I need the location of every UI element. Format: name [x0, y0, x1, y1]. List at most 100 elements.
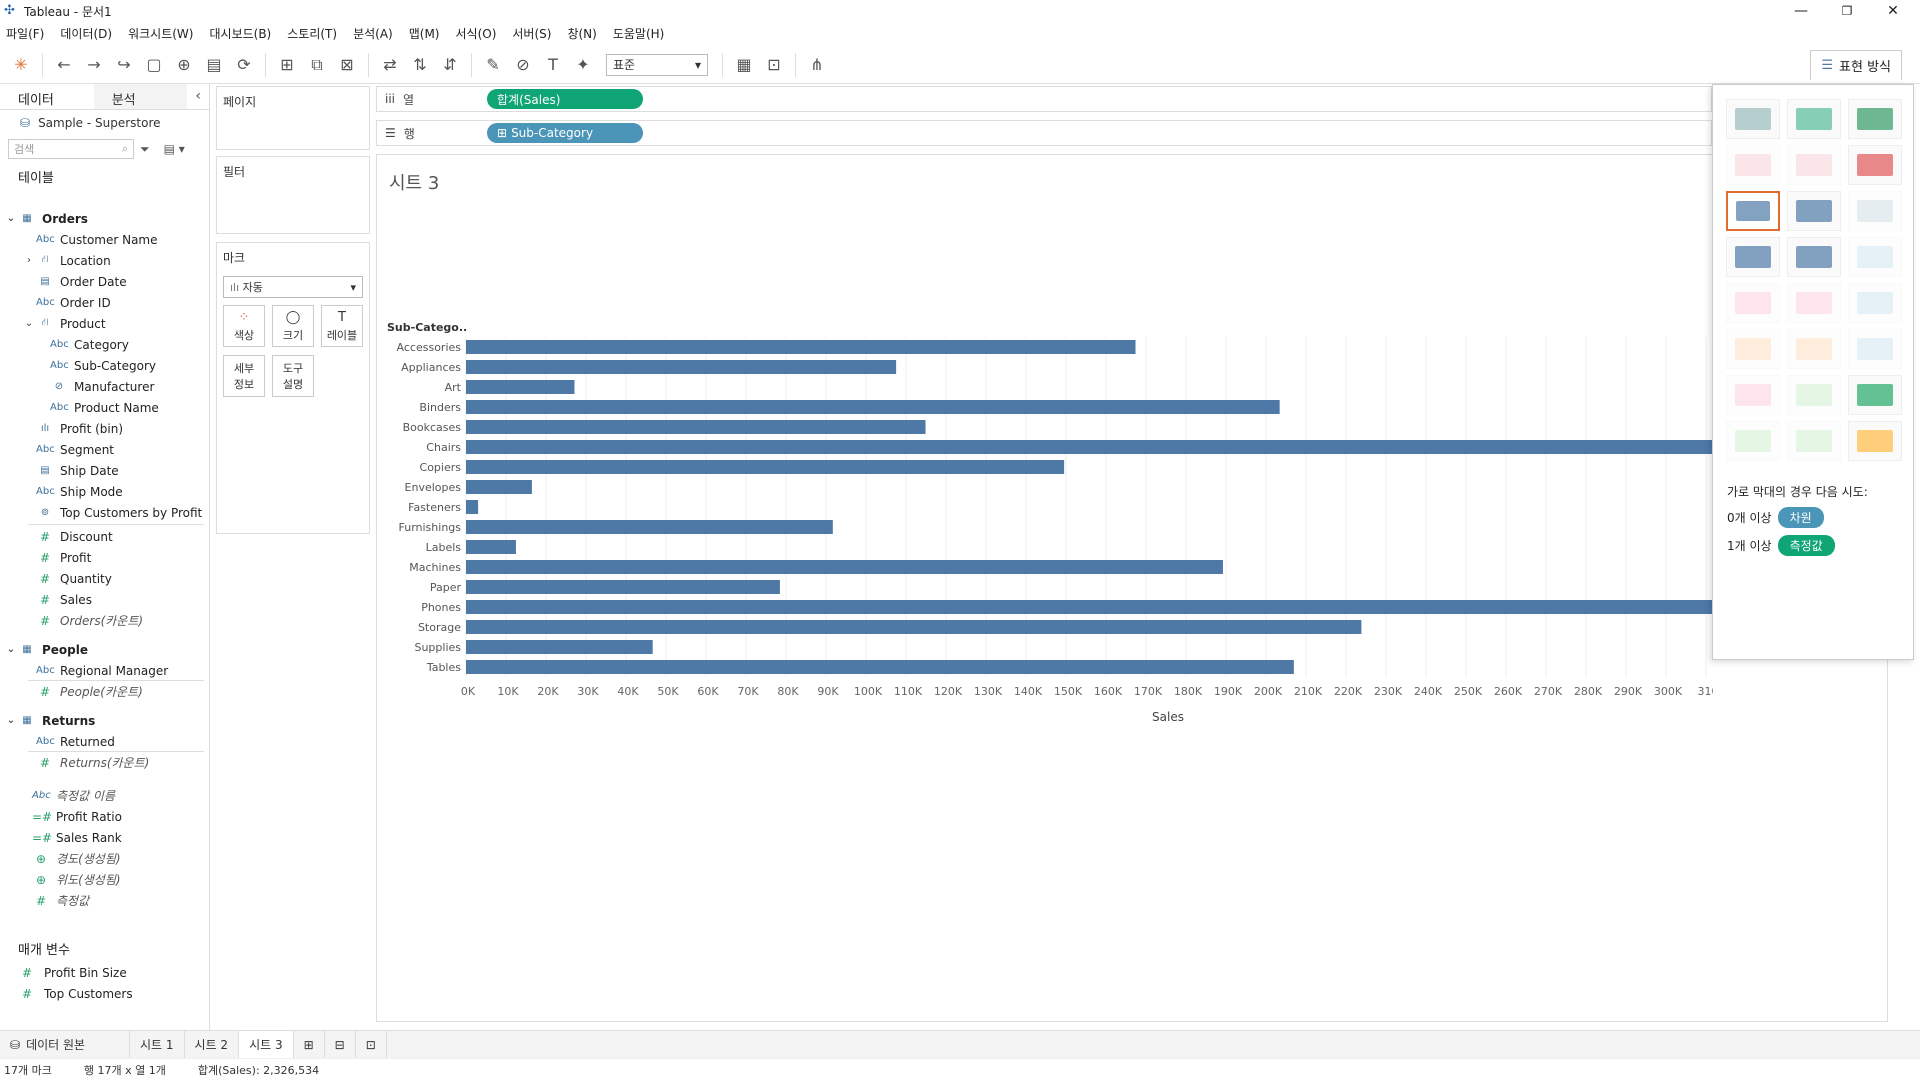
new-worksheet-tab-icon[interactable]: ⊞: [294, 1030, 325, 1059]
datasource-item[interactable]: ⛁ Sample - Superstore: [0, 110, 209, 136]
field-item[interactable]: # Quantity: [22, 568, 112, 589]
field-item[interactable]: Abc Ship Mode: [22, 481, 123, 502]
filters-card[interactable]: 필터: [216, 156, 370, 234]
field-item[interactable]: Abc Category: [36, 334, 129, 355]
presentation-mode-icon[interactable]: ⊡: [759, 50, 789, 80]
field-item[interactable]: Abc Order ID: [22, 292, 111, 313]
field-item[interactable]: # Discount: [22, 526, 113, 547]
field-item[interactable]: Abc Returned: [22, 731, 115, 752]
field-item[interactable]: Abc Product Name: [36, 397, 159, 418]
field-item[interactable]: ⊕ 위도(생성됨): [18, 869, 121, 890]
field-item[interactable]: ▤ Order Date: [22, 271, 126, 292]
chart-type-option[interactable]: [1787, 375, 1841, 415]
field-item[interactable]: # Profit: [22, 547, 91, 568]
menu-item[interactable]: 파일(F): [6, 25, 44, 42]
datasource-tab[interactable]: ⛁ 데이터 원본: [0, 1030, 130, 1059]
minimize-icon[interactable]: —: [1778, 0, 1824, 22]
menu-item[interactable]: 맵(M): [409, 25, 440, 42]
menu-item[interactable]: 도움말(H): [613, 25, 665, 42]
clear-sheet-icon[interactable]: ⊠: [332, 50, 362, 80]
field-item[interactable]: # Orders(카운트): [22, 610, 143, 631]
field-item[interactable]: Abc Regional Manager: [22, 660, 168, 681]
table-item[interactable]: ⌄ ▦ People: [4, 639, 88, 660]
menu-item[interactable]: 창(N): [567, 25, 596, 42]
field-item[interactable]: # Returns(카운트): [22, 752, 149, 773]
filter-icon[interactable]: ⏷: [140, 142, 150, 157]
chart-type-option[interactable]: [1848, 283, 1902, 323]
field-item[interactable]: › ⛙ Location: [22, 250, 111, 271]
parameter-item[interactable]: # Top Customers: [18, 983, 133, 1004]
chart-type-option[interactable]: [1848, 191, 1902, 231]
field-item[interactable]: ⊘ Manufacturer: [36, 376, 155, 397]
show-cards-icon[interactable]: ▦: [729, 50, 759, 80]
sheet-tab[interactable]: 시트 1: [130, 1030, 185, 1059]
chart-type-option[interactable]: [1787, 99, 1841, 139]
field-item[interactable]: =# Profit Ratio: [18, 806, 122, 827]
field-item[interactable]: # People(카운트): [22, 681, 143, 702]
field-item[interactable]: # 측정값: [18, 890, 89, 911]
detail-button[interactable]: 세부 정보: [223, 355, 265, 397]
marks-type-select[interactable]: ılı 자동 ▾: [223, 276, 363, 298]
new-worksheet-icon[interactable]: ⊞: [272, 50, 302, 80]
menu-item[interactable]: 서식(O): [456, 25, 497, 42]
pages-card[interactable]: 페이지: [216, 86, 370, 150]
parameter-item[interactable]: # Profit Bin Size: [18, 962, 127, 983]
chart-type-option[interactable]: [1787, 421, 1841, 461]
tableau-icon[interactable]: ✳: [6, 50, 36, 80]
redirect-icon[interactable]: ↪: [109, 50, 139, 80]
restore-icon[interactable]: ❐: [1824, 0, 1870, 22]
share-icon[interactable]: ⋔: [802, 50, 832, 80]
close-icon[interactable]: ✕: [1870, 0, 1916, 22]
chart-type-option[interactable]: [1848, 145, 1902, 185]
fix-axes-icon[interactable]: ✦: [568, 50, 598, 80]
chart-type-option[interactable]: [1848, 237, 1902, 277]
tab-analysis[interactable]: 분석: [93, 84, 188, 109]
field-item[interactable]: # Sales: [22, 589, 92, 610]
label-button[interactable]: T 레이블: [321, 305, 363, 347]
sub-category-pill[interactable]: ⊞ Sub-Category: [487, 123, 643, 143]
field-item[interactable]: ▤ Ship Date: [22, 460, 118, 481]
menu-item[interactable]: 대시보드(B): [209, 25, 271, 42]
chart-type-option[interactable]: [1726, 191, 1780, 231]
menu-item[interactable]: 스토리(T): [287, 25, 337, 42]
chart-type-option[interactable]: [1787, 329, 1841, 369]
chart-type-option[interactable]: [1726, 329, 1780, 369]
new-story-tab-icon[interactable]: ⊡: [356, 1030, 387, 1059]
rows-shelf[interactable]: ☰ 행 ⊞ Sub-Category: [376, 120, 1712, 146]
field-item[interactable]: ⊕ 경도(생성됨): [18, 848, 121, 869]
new-dashboard-tab-icon[interactable]: ⊟: [325, 1030, 356, 1059]
menu-item[interactable]: 서버(S): [512, 25, 551, 42]
group-members-icon[interactable]: ⊘: [508, 50, 538, 80]
save-icon[interactable]: ▢: [139, 50, 169, 80]
redo-icon[interactable]: →: [79, 50, 109, 80]
chart-type-option[interactable]: [1848, 99, 1902, 139]
menu-item[interactable]: 데이터(D): [60, 25, 112, 42]
sort-ascending-icon[interactable]: ⇅: [405, 50, 435, 80]
field-item[interactable]: Abc Sub-Category: [36, 355, 156, 376]
chart-type-option[interactable]: [1787, 145, 1841, 185]
search-input[interactable]: 검색 ⌕: [8, 139, 134, 159]
sheet-tab[interactable]: 시트 2: [185, 1030, 240, 1059]
expand-chevron-icon[interactable]: ⌄: [4, 644, 18, 655]
chart-type-option[interactable]: [1726, 237, 1780, 277]
show-me-button[interactable]: ☰ 표현 방식: [1810, 50, 1902, 80]
pause-updates-icon[interactable]: ▤: [199, 50, 229, 80]
expand-chevron-icon[interactable]: ⌄: [22, 318, 36, 329]
field-item[interactable]: Abc Customer Name: [22, 229, 158, 250]
columns-shelf[interactable]: iii 열 합계(Sales): [376, 86, 1712, 112]
field-item[interactable]: ⌄ ⛙ Product: [22, 313, 106, 334]
chart-type-option[interactable]: [1848, 421, 1902, 461]
chart-type-option[interactable]: [1726, 421, 1780, 461]
chart-type-option[interactable]: [1726, 145, 1780, 185]
expand-chevron-icon[interactable]: ⌄: [4, 715, 18, 726]
sales-pill[interactable]: 합계(Sales): [487, 89, 643, 109]
chart-type-option[interactable]: [1726, 283, 1780, 323]
tooltip-button[interactable]: 도구 설명: [272, 355, 314, 397]
chart-type-option[interactable]: [1787, 283, 1841, 323]
sheet-tab-active[interactable]: 시트 3: [239, 1030, 294, 1059]
field-item[interactable]: ılı Profit (bin): [22, 418, 123, 439]
menu-item[interactable]: 분석(A): [353, 25, 393, 42]
menu-item[interactable]: 워크시트(W): [128, 25, 193, 42]
field-item[interactable]: ⊚ Top Customers by Profit: [22, 502, 202, 523]
size-button[interactable]: ◯ 크기: [272, 305, 314, 347]
